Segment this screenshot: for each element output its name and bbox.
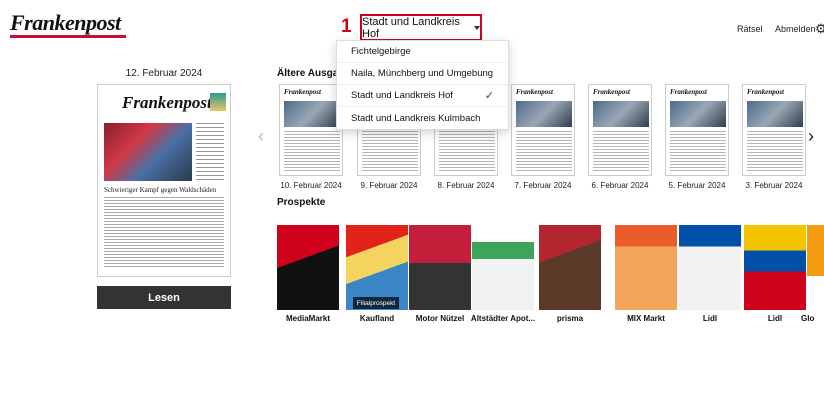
dropdown-item-naila[interactable]: Naila, Münchberg und Umgebung [337, 63, 508, 85]
region-dropdown-menu: Fichtelgebirge Naila, Münchberg und Umge… [336, 40, 509, 130]
cover-sidebar-text [196, 123, 224, 181]
dropdown-item-kulmbach[interactable]: Stadt und Landkreis Kulmbach [337, 107, 508, 129]
logo[interactable]: Frankenpost [10, 10, 121, 36]
thumbnail-text [593, 131, 649, 173]
dropdown-item-hof[interactable]: Stadt und Landkreis Hof ✓ [337, 85, 508, 107]
prospekt-label[interactable]: Lidl [673, 314, 747, 323]
dropdown-item-fichtelgebirge[interactable]: Fichtelgebirge [337, 41, 508, 63]
edition-date: 9. Februar 2024 [360, 181, 418, 190]
cover-badge [210, 93, 226, 111]
thumbnail-text [747, 131, 803, 173]
prospekt-cover[interactable] [277, 225, 339, 310]
region-select-label: Stadt und Landkreis Hof [362, 15, 460, 40]
read-button[interactable]: Lesen [97, 286, 231, 309]
thumbnail-masthead: Frankenpost [747, 88, 803, 97]
thumbnail-text [284, 131, 340, 173]
prospekt-label[interactable]: Glo [801, 314, 824, 323]
prospekt-cover[interactable] [472, 225, 534, 310]
page: Frankenpost 1 Stadt und Landkreis Hof Rä… [0, 0, 824, 419]
dropdown-item-label: Fichtelgebirge [351, 46, 411, 57]
chevron-left-icon[interactable]: ‹ [258, 126, 264, 147]
prospekt-cover[interactable] [539, 225, 601, 310]
prospekt-cover[interactable] [744, 225, 806, 310]
prospekt-label[interactable]: MediaMarkt [271, 314, 345, 323]
filial-badge: Filialprospekt [353, 297, 399, 309]
thumbnail-text [439, 131, 495, 173]
chevron-right-icon[interactable]: › [808, 126, 814, 147]
thumbnail-masthead: Frankenpost [593, 88, 649, 97]
check-icon: ✓ [484, 90, 494, 102]
thumbnail-photo [593, 101, 649, 127]
edition-thumbnail[interactable]: Frankenpost [665, 84, 729, 176]
cover-photo [104, 123, 192, 181]
edition-date: 8. Februar 2024 [437, 181, 495, 190]
thumbnail-photo [284, 101, 340, 127]
edition-date: 3. Februar 2024 [745, 181, 803, 190]
region-select-button[interactable]: Stadt und Landkreis Hof [360, 14, 482, 41]
current-edition-date: 12. Februar 2024 [125, 68, 203, 79]
logo-underline [10, 35, 126, 38]
edition-thumbnail[interactable]: Frankenpost [279, 84, 343, 176]
edition-thumbnail[interactable]: Frankenpost [588, 84, 652, 176]
edition-date: 10. Februar 2024 [280, 181, 342, 190]
thumbnail-photo [670, 101, 726, 127]
edition-date: 6. Februar 2024 [591, 181, 649, 190]
edition-thumbnail[interactable]: Frankenpost [511, 84, 575, 176]
edition-date: 7. Februar 2024 [514, 181, 572, 190]
thumbnail-text [670, 131, 726, 173]
thumbnail-photo [516, 101, 572, 127]
prospekt-label[interactable]: MIX Markt [609, 314, 683, 323]
thumbnail-text [362, 131, 418, 173]
current-edition-cover[interactable]: Frankenpost Schwieriger Kampf gegen Wald… [97, 84, 231, 277]
dropdown-item-label: Stadt und Landkreis Kulmbach [351, 112, 481, 124]
raetsel-link[interactable]: Rätsel [737, 24, 763, 34]
prospekte-title: Prospekte [277, 197, 326, 208]
thumbnail-photo [747, 101, 803, 127]
prospekt-label[interactable]: prisma [533, 314, 607, 323]
edition-date: 5. Februar 2024 [668, 181, 726, 190]
cover-masthead: Frankenpost [122, 93, 212, 112]
dropdown-item-label: Stadt und Landkreis Hof [351, 90, 453, 101]
edition-thumbnail[interactable]: Frankenpost [742, 84, 806, 176]
prospekt-cover[interactable] [409, 225, 471, 310]
logout-link[interactable]: Abmelden [775, 24, 816, 34]
prospekt-cover[interactable] [615, 225, 677, 310]
prospekt-cover[interactable] [807, 225, 824, 310]
caret-down-icon [474, 25, 480, 30]
thumbnail-masthead: Frankenpost [670, 88, 726, 97]
thumbnail-text [516, 131, 572, 173]
dropdown-item-label: Naila, Münchberg und Umgebung [351, 68, 494, 79]
gear-icon[interactable]: ⚙ [815, 21, 824, 37]
step-number-annotation: 1 [341, 16, 352, 37]
cover-headline: Schwieriger Kampf gegen Waldschäden [104, 186, 217, 194]
thumbnail-masthead: Frankenpost [284, 88, 340, 97]
thumbnail-masthead: Frankenpost [516, 88, 572, 97]
prospekt-cover[interactable] [679, 225, 741, 310]
cover-body-text [104, 197, 224, 267]
prospekt-label[interactable]: Altstädter Apot... [466, 314, 540, 323]
